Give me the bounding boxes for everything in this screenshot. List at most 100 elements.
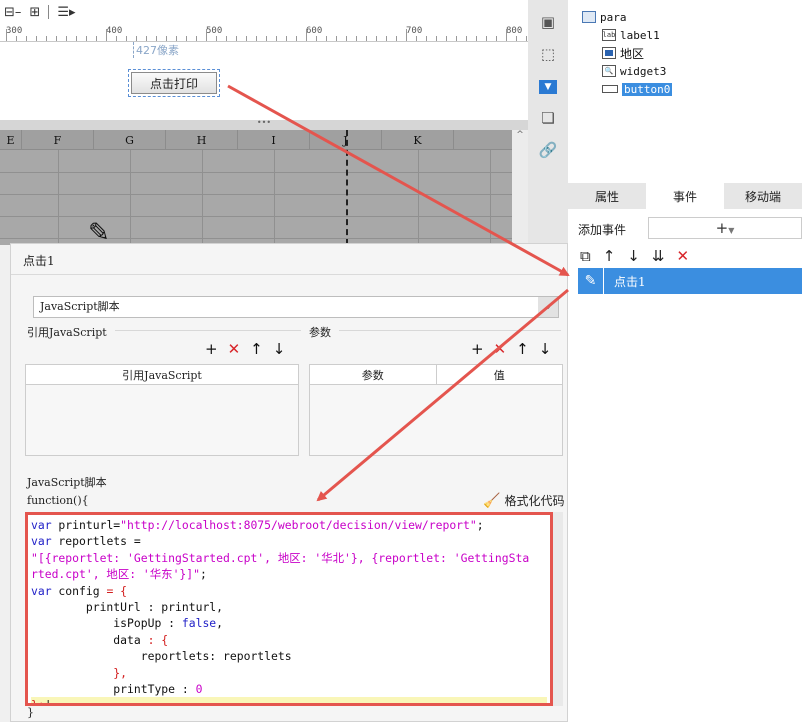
code-keyword: var	[31, 583, 52, 598]
frame-icon[interactable]: ⬚	[538, 44, 558, 64]
add-icon[interactable]: +	[205, 340, 218, 358]
move-up-icon[interactable]: ↑	[516, 340, 529, 358]
code-token: ,	[216, 616, 224, 631]
code-text[interactable]: var printurl="http://localhost:8075/webr…	[28, 515, 550, 703]
column-header[interactable]: I	[238, 130, 310, 150]
move-up-icon[interactable]: ↑	[603, 247, 616, 265]
chevron-down-icon[interactable]: ⌄	[538, 297, 558, 317]
column-header[interactable]: H	[166, 130, 238, 150]
layers-icon[interactable]: ❏	[538, 108, 558, 128]
list-menu-icon[interactable]: ☰▸	[57, 6, 75, 19]
code-keyword: var	[31, 534, 52, 549]
grid-row-line	[0, 172, 512, 173]
ruler-tick	[226, 36, 227, 41]
param-toggle-icon[interactable]: ⊟–	[4, 6, 21, 19]
ruler-tick	[76, 36, 77, 41]
params-table-header: 参数 值	[310, 365, 562, 385]
column-header[interactable]: E	[0, 130, 22, 150]
tree-item-region[interactable]: 地区	[602, 45, 644, 61]
add-icon[interactable]: +	[471, 340, 484, 358]
column-header[interactable]: K	[382, 130, 454, 150]
ruler-tick	[16, 36, 17, 41]
event-name: 点击1	[614, 274, 646, 289]
delete-icon[interactable]: ✕	[676, 247, 689, 265]
code-token: config	[51, 583, 107, 598]
tree-layout-icon[interactable]: ⊞	[29, 6, 40, 19]
add-event-plus: +	[715, 219, 729, 237]
search-widget-icon: 🔍	[602, 65, 616, 77]
tab-attributes[interactable]: 属性	[568, 183, 646, 209]
print-button-selection[interactable]: 点击打印	[128, 69, 220, 97]
grid-scrollbar[interactable]: ^	[512, 130, 528, 245]
column-header[interactable]: G	[94, 130, 166, 150]
ruler-tick	[266, 36, 267, 41]
tree-item-label: button0	[622, 82, 673, 96]
button-widget-icon	[602, 85, 618, 93]
ruler-tick	[516, 36, 517, 41]
ruler-tick	[96, 36, 97, 41]
scroll-up-icon[interactable]: ^	[512, 130, 528, 140]
ruler-tick	[506, 29, 507, 41]
code-line: reportlets: reportlets	[31, 649, 292, 664]
copy-icon[interactable]: ⧉	[580, 247, 591, 265]
ruler-tick	[466, 36, 467, 41]
ruler-label: 400	[106, 26, 123, 36]
delete-icon[interactable]: ✕	[494, 340, 507, 358]
ruler-tick	[406, 29, 407, 41]
widget-settings-icon[interactable]: ▣	[538, 12, 558, 32]
move-down-icon[interactable]: ↓	[273, 340, 286, 358]
move-down-icon[interactable]: ↓	[539, 340, 552, 358]
ruler-tick	[216, 36, 217, 41]
ruler-tick	[256, 36, 257, 41]
tree-item-button0[interactable]: button0	[602, 81, 673, 97]
tree-item-widget3[interactable]: 🔍 widget3	[602, 63, 666, 79]
brush-icon: 🧹	[483, 492, 501, 509]
move-bottom-icon[interactable]: ⇊	[652, 247, 665, 265]
ref-js-group-title: 引用JavaScript	[27, 326, 107, 339]
grid-column-line	[202, 150, 203, 245]
script-type-select[interactable]: JavaScript脚本 ⌄	[33, 296, 559, 318]
edit-icon[interactable]: ✎	[578, 268, 604, 294]
column-header[interactable]: F	[22, 130, 94, 150]
report-grid[interactable]: E F G H I J K	[0, 130, 512, 245]
tree-item-para[interactable]: para	[582, 9, 627, 25]
script-type-value: JavaScript脚本	[40, 300, 120, 313]
add-event-button[interactable]: +▼	[648, 217, 802, 239]
event-list-item[interactable]: ✎ 点击1	[578, 268, 802, 294]
delete-icon[interactable]: ✕	[228, 340, 241, 358]
ruler-tick	[36, 36, 37, 41]
tree-item-label1[interactable]: lab label1	[602, 27, 660, 43]
splitter-handle[interactable]: •••	[0, 119, 528, 130]
grid-row-line	[0, 194, 512, 195]
ruler-tick	[526, 36, 527, 41]
tree-item-label: label1	[620, 28, 660, 42]
grid-column-line	[130, 150, 131, 245]
ruler-tick	[146, 36, 147, 41]
ruler-tick	[276, 36, 277, 41]
move-up-icon[interactable]: ↑	[250, 340, 263, 358]
params-table[interactable]: 参数 值	[309, 364, 563, 456]
tab-mobile[interactable]: 移动端	[724, 183, 802, 209]
column-header: 值	[493, 368, 505, 382]
ruler-tick	[86, 36, 87, 41]
tab-events[interactable]: 事件	[646, 183, 724, 209]
grid-column-line	[490, 150, 491, 245]
code-scrollbar[interactable]	[553, 512, 563, 706]
ruler-tick	[496, 36, 497, 41]
ruler-tick	[426, 36, 427, 41]
move-down-icon[interactable]: ↓	[627, 247, 640, 265]
code-editor[interactable]: var printurl="http://localhost:8075/webr…	[25, 512, 553, 706]
parameter-canvas[interactable]: 427像素 点击打印	[0, 42, 528, 120]
ruler-tick	[476, 36, 477, 41]
ruler-tick	[326, 36, 327, 41]
link-icon[interactable]: 🔗	[538, 140, 558, 160]
ref-js-toolbar: + ✕ ↑ ↓	[205, 340, 285, 358]
print-button[interactable]: 点击打印	[131, 72, 217, 94]
ruler-tick	[346, 36, 347, 41]
format-code-button[interactable]: 🧹 格式化代码	[483, 492, 564, 509]
params-toolbar: + ✕ ↑ ↓	[471, 340, 551, 358]
ref-js-table[interactable]: 引用JavaScript	[25, 364, 299, 456]
ruler-tick	[396, 36, 397, 41]
combobox-icon[interactable]: ▼	[539, 80, 557, 94]
function-header: function(){	[27, 494, 89, 507]
